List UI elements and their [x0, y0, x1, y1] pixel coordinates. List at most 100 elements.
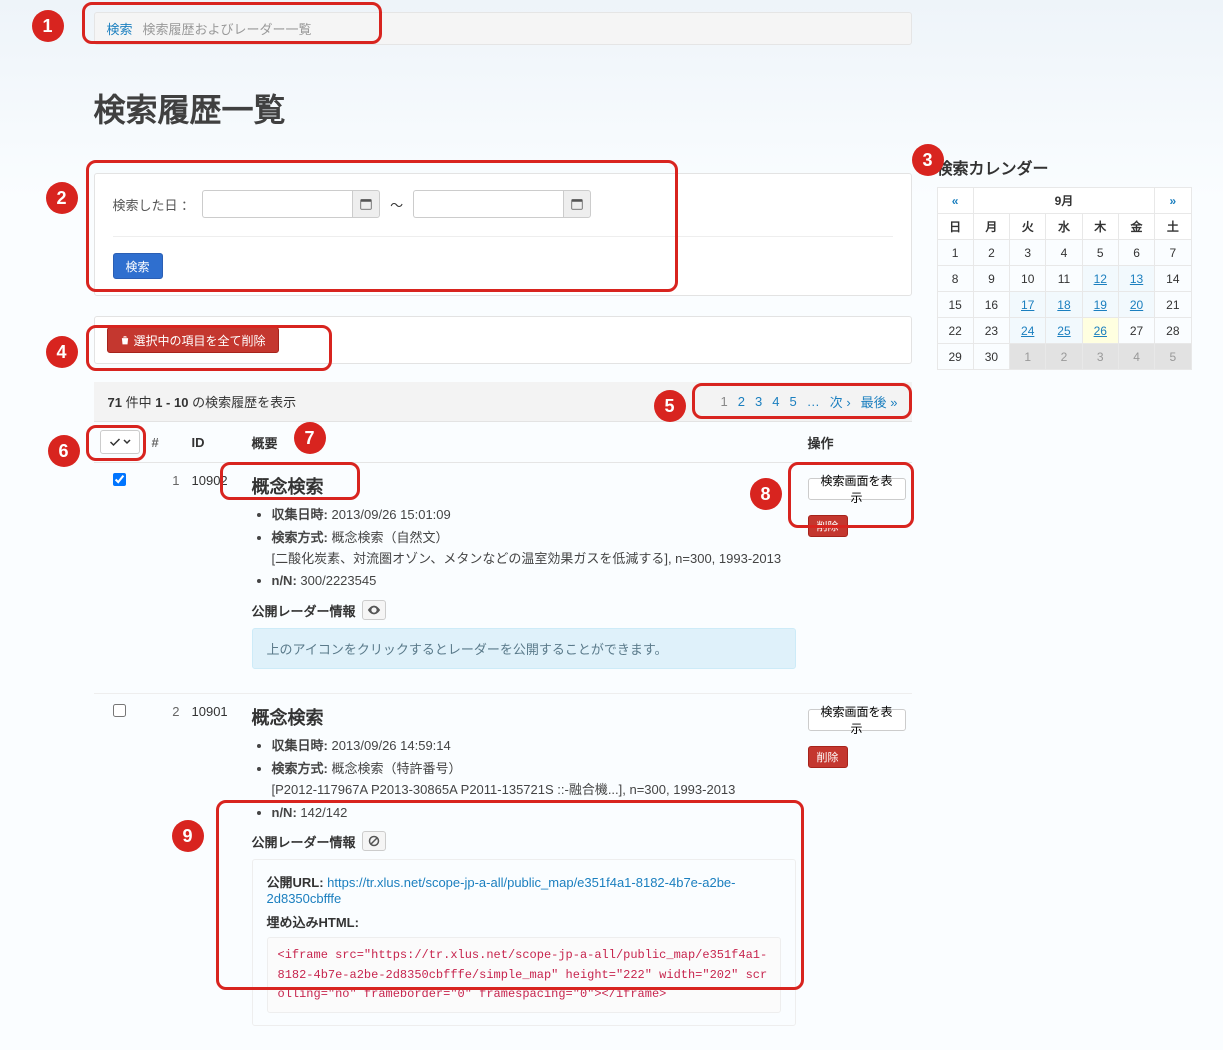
entry-title: 概念検索 [252, 704, 796, 730]
col-summary: 概要 [246, 422, 802, 463]
tilde-separator: 〜 [390, 195, 403, 214]
calendar-day[interactable]: 26 [1082, 318, 1118, 344]
calendar-day: 15 [937, 292, 973, 318]
calendar-day[interactable]: 25 [1046, 318, 1082, 344]
calendar-day: 14 [1155, 266, 1191, 292]
annotation-badge-7: 7 [294, 422, 326, 454]
calendar-day[interactable]: 12 [1082, 266, 1118, 292]
row-checkbox[interactable] [113, 473, 126, 486]
calendar-dow: 土 [1155, 214, 1191, 240]
calendar-day: 16 [973, 292, 1009, 318]
breadcrumb-current: 検索履歴およびレーダー一覧 [143, 19, 312, 38]
calendar-day[interactable]: 20 [1118, 292, 1154, 318]
filter-date-from[interactable] [202, 190, 352, 218]
annotation-badge-1: 1 [32, 10, 64, 42]
page-title: 検索履歴一覧 [94, 85, 912, 131]
bulk-delete-button[interactable]: 選択中の項目を全て削除 [107, 327, 279, 353]
radar-visibility-toggle[interactable] [362, 831, 386, 851]
result-header: 71 件中 1 - 10 の検索履歴を表示 1 2 3 4 5 … 次 › 最後… [94, 382, 912, 422]
annotation-badge-5: 5 [654, 390, 686, 422]
calendar-day[interactable]: 18 [1046, 292, 1082, 318]
show-search-button[interactable]: 検索画面を表示 [808, 709, 906, 731]
filter-date-label: 検索した日 ： [113, 195, 195, 214]
calendar-prev[interactable]: « [937, 188, 973, 214]
calendar-day: 1 [1010, 344, 1046, 370]
row-checkbox[interactable] [113, 704, 126, 717]
annotation-badge-6: 6 [48, 435, 80, 467]
calendar-day: 11 [1046, 266, 1082, 292]
annotation-badge-8: 8 [750, 478, 782, 510]
page-link-4[interactable]: 4 [772, 394, 779, 409]
public-url-link[interactable]: https://tr.xlus.net/scope-jp-a-all/publi… [267, 875, 736, 906]
bulk-action-bar: 選択中の項目を全て削除 [94, 316, 912, 364]
calendar-day: 1 [937, 240, 973, 266]
filter-date-to[interactable] [413, 190, 563, 218]
calendar-icon[interactable] [352, 190, 380, 218]
calendar-day: 22 [937, 318, 973, 344]
filter-panel: 検索した日 ： 〜 検索 [94, 173, 912, 296]
select-all-button[interactable] [100, 430, 140, 454]
eye-icon [367, 605, 381, 615]
annotation-badge-4: 4 [46, 336, 78, 368]
col-ops: 操作 [802, 422, 912, 463]
page-link-2[interactable]: 2 [738, 394, 745, 409]
calendar-dow: 月 [973, 214, 1009, 240]
calendar-day[interactable]: 19 [1082, 292, 1118, 318]
calendar-dow: 木 [1082, 214, 1118, 240]
show-search-button[interactable]: 検索画面を表示 [808, 478, 906, 500]
calendar-month: 9月 [973, 188, 1154, 214]
delete-row-button[interactable]: 削除 [808, 515, 848, 537]
filter-submit-button[interactable]: 検索 [113, 253, 163, 279]
page-link-5[interactable]: 5 [789, 394, 796, 409]
calendar-dow: 金 [1118, 214, 1154, 240]
calendar-day: 3 [1082, 344, 1118, 370]
table-row: 2 10901 概念検索 収集日時: 2013/09/26 14:59:14 検… [94, 694, 912, 1050]
calendar-day: 9 [973, 266, 1009, 292]
page-ellipsis: … [807, 394, 820, 409]
calendar-day: 30 [973, 344, 1009, 370]
annotation-badge-3: 3 [912, 144, 944, 176]
radar-public-box: 公開URL: https://tr.xlus.net/scope-jp-a-al… [252, 859, 796, 1026]
annotation-badge-9: 9 [172, 820, 204, 852]
breadcrumb-root-link[interactable]: 検索 [107, 19, 133, 38]
search-calendar: « 9月 » 日月火水木金土 1234567891011121314151617… [937, 187, 1192, 370]
calendar-day: 21 [1155, 292, 1191, 318]
row-index: 2 [146, 694, 186, 1050]
calendar-day: 28 [1155, 318, 1191, 344]
radar-visibility-toggle[interactable] [362, 600, 386, 620]
row-id: 10902 [186, 463, 246, 694]
breadcrumb: 検索 検索履歴およびレーダー一覧 [94, 12, 912, 45]
calendar-day[interactable]: 17 [1010, 292, 1046, 318]
entry-title: 概念検索 [252, 473, 796, 499]
calendar-next[interactable]: » [1155, 188, 1191, 214]
calendar-dow: 日 [937, 214, 973, 240]
page-last[interactable]: 最後 » [861, 392, 898, 411]
calendar-dow: 火 [1010, 214, 1046, 240]
calendar-day[interactable]: 13 [1118, 266, 1154, 292]
delete-row-button[interactable]: 削除 [808, 746, 848, 768]
calendar-day: 6 [1118, 240, 1154, 266]
result-summary: 71 件中 1 - 10 の検索履歴を表示 [108, 392, 297, 411]
pagination: 1 2 3 4 5 … 次 › 最後 » [721, 392, 898, 411]
calendar-day: 5 [1082, 240, 1118, 266]
sidebar: 検索カレンダー « 9月 » 日月火水木金土 12345678910111213… [937, 155, 1192, 370]
col-id: ID [186, 422, 246, 463]
calendar-icon[interactable] [563, 190, 591, 218]
table-row: 1 10902 概念検索 収集日時: 2013/09/26 15:01:09 検… [94, 463, 912, 694]
page-current: 1 [721, 394, 728, 409]
history-table: # ID 概要 操作 1 10902 概念検索 収集日時: 2013/09/26… [94, 422, 912, 1050]
check-icon [109, 436, 121, 448]
page-next[interactable]: 次 › [830, 392, 851, 411]
page-link-3[interactable]: 3 [755, 394, 762, 409]
calendar-day[interactable]: 24 [1010, 318, 1046, 344]
calendar-day: 29 [937, 344, 973, 370]
calendar-day: 4 [1046, 240, 1082, 266]
radar-info-alert: 上のアイコンをクリックするとレーダーを公開することができます。 [252, 628, 796, 669]
annotation-badge-2: 2 [46, 182, 78, 214]
row-index: 1 [146, 463, 186, 694]
chevron-down-icon [123, 438, 131, 446]
radar-heading: 公開レーダー情報 [252, 601, 356, 620]
embed-html-box[interactable]: <iframe src="https://tr.xlus.net/scope-j… [267, 937, 781, 1013]
calendar-day: 2 [1046, 344, 1082, 370]
calendar-day: 27 [1118, 318, 1154, 344]
